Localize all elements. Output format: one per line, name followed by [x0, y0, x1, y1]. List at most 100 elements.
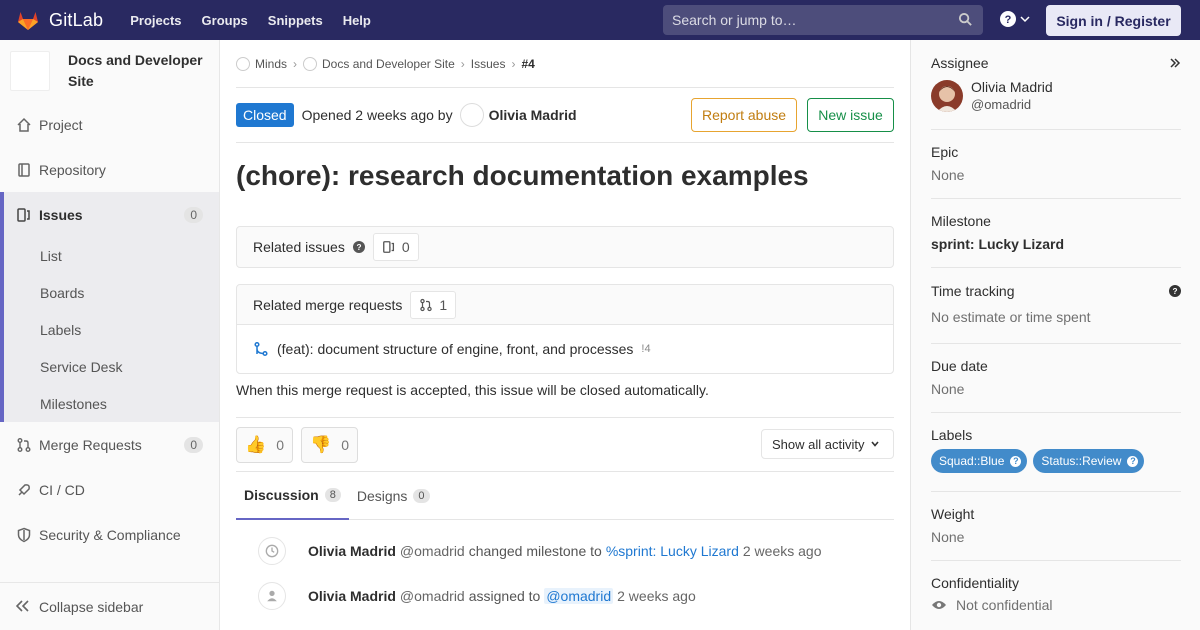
search-box	[663, 5, 983, 35]
sidebar-item-label: Security & Compliance	[39, 526, 181, 543]
project-header[interactable]: Docs and Developer Site	[0, 40, 219, 102]
nav-projects[interactable]: Projects	[130, 13, 181, 28]
sidebar-item-label: Repository	[39, 161, 106, 178]
confidentiality-value: Not confidential	[956, 597, 1053, 613]
breadcrumb-issue-number[interactable]: #4	[521, 57, 534, 71]
issue-main: Minds › Docs and Developer Site › Issues…	[236, 40, 894, 618]
epic-block: Epic None	[931, 130, 1181, 199]
chevron-down-icon	[1020, 16, 1030, 23]
sidebar-subitem-labels[interactable]: Labels	[4, 311, 219, 348]
related-mr-count-value: 1	[439, 296, 448, 313]
user-icon	[258, 581, 286, 610]
epic-value: None	[931, 167, 965, 183]
sidebar-item-merge-requests[interactable]: Merge Requests 0	[0, 422, 219, 467]
author-name[interactable]: Olivia Madrid	[489, 107, 577, 123]
assignee-row[interactable]: Olivia Madrid @omadrid	[931, 79, 1181, 112]
tab-count: 8	[324, 488, 341, 502]
related-mr-item[interactable]: (feat): document structure of engine, fr…	[237, 325, 893, 373]
tab-designs[interactable]: Designs 0	[349, 472, 438, 520]
question-icon: ?	[1000, 11, 1016, 27]
thumbs-down-button[interactable]: 👎 0	[301, 426, 358, 463]
related-mr-header: Related merge requests 1	[237, 285, 893, 325]
top-navbar: GitLab Projects Groups Snippets Help ? S…	[0, 0, 1200, 40]
confidentiality-row: Not confidential	[931, 597, 1181, 613]
breadcrumb-group[interactable]: Minds	[255, 57, 287, 71]
sidebar-subitem-list[interactable]: List	[4, 237, 219, 274]
issue-right-sidebar: Assignee Olivia Madrid @omadrid Epic Non…	[910, 40, 1200, 630]
chevron-right-icon: ›	[293, 56, 298, 71]
note-author[interactable]: Olivia Madrid	[308, 588, 396, 604]
sidebar-item-security[interactable]: Security & Compliance	[0, 512, 219, 557]
home-icon	[16, 117, 32, 133]
label-pill[interactable]: Squad::Blue ?	[931, 449, 1028, 473]
svg-text:?: ?	[356, 243, 361, 252]
gitlab-home-link[interactable]: GitLab	[16, 0, 103, 40]
milestone-link[interactable]: %sprint: Lucky Lizard	[606, 543, 739, 559]
chevron-down-icon	[871, 441, 880, 447]
sign-in-button[interactable]: Sign in / Register	[1046, 5, 1181, 36]
new-issue-button[interactable]: New issue	[807, 98, 894, 132]
user-mention[interactable]: @omadrid	[544, 587, 614, 604]
note-handle[interactable]: @omadrid	[400, 543, 465, 559]
note-author[interactable]: Olivia Madrid	[308, 543, 396, 559]
question-icon: ?	[1010, 455, 1022, 467]
note-handle[interactable]: @omadrid	[400, 588, 465, 604]
report-abuse-button[interactable]: Report abuse	[691, 98, 797, 132]
sidebar-subitem-milestones[interactable]: Milestones	[4, 385, 219, 422]
sidebar-subitem-boards[interactable]: Boards	[4, 274, 219, 311]
activity-filter-dropdown[interactable]: Show all activity	[761, 429, 894, 459]
author-avatar[interactable]	[459, 103, 484, 127]
search-icon[interactable]	[958, 12, 973, 27]
search-input[interactable]	[663, 12, 943, 28]
assignee-handle: @omadrid	[971, 97, 1032, 112]
help-dropdown[interactable]: ?	[1000, 11, 1030, 27]
rocket-icon	[16, 482, 32, 498]
project-title: Docs and Developer Site	[68, 52, 203, 89]
system-note: Olivia Madrid @omadrid changed milestone…	[236, 528, 894, 573]
breadcrumb-project[interactable]: Docs and Developer Site	[322, 57, 455, 71]
issues-icon	[382, 241, 394, 253]
confidentiality-title: Confidentiality	[931, 575, 1019, 591]
sidebar-item-cicd[interactable]: CI / CD	[0, 467, 219, 512]
merge-request-open-icon	[254, 341, 268, 357]
nav-help[interactable]: Help	[343, 13, 371, 28]
sidebar-item-issues[interactable]: Issues 0	[0, 192, 219, 237]
svg-text:?: ?	[1172, 287, 1177, 296]
related-issues-count-value: 0	[401, 239, 410, 255]
issues-count-badge: 0	[184, 206, 203, 223]
time-tracking-value: No estimate or time spent	[931, 309, 1091, 325]
label-pill[interactable]: Status::Review ?	[1033, 449, 1145, 473]
thumbs-down-icon: 👎	[310, 434, 332, 454]
double-chevron-left-icon	[15, 599, 30, 615]
milestone-title: Milestone	[931, 213, 991, 229]
project-avatar	[10, 51, 50, 91]
assignee-name[interactable]: Olivia Madrid	[971, 79, 1053, 95]
nav-snippets[interactable]: Snippets	[268, 13, 323, 28]
collapse-sidebar-button[interactable]: Collapse sidebar	[0, 582, 219, 630]
due-date-block: Due date None	[931, 344, 1181, 413]
milestone-block: Milestone sprint: Lucky Lizard	[931, 199, 1181, 268]
activity-filter-label: Show all activity	[772, 436, 865, 452]
opened-text: Opened 2 weeks ago by	[301, 107, 453, 123]
brand-name: GitLab	[49, 9, 104, 30]
milestone-value[interactable]: sprint: Lucky Lizard	[931, 236, 1181, 252]
question-icon: ?	[1127, 455, 1139, 467]
nav-groups[interactable]: Groups	[202, 13, 248, 28]
chevron-right-icon: ›	[460, 56, 465, 71]
sidebar-item-repository[interactable]: Repository	[0, 147, 219, 192]
question-icon[interactable]: ?	[352, 241, 365, 253]
chevron-right-icon: ›	[511, 56, 516, 71]
sidebar-item-label: Issues	[39, 206, 83, 223]
question-icon[interactable]: ?	[1169, 285, 1181, 297]
related-mr-title[interactable]: (feat): document structure of engine, fr…	[277, 341, 633, 357]
tab-discussion[interactable]: Discussion 8	[236, 472, 349, 520]
collapse-right-sidebar-icon[interactable]	[1169, 57, 1181, 69]
sidebar-subitem-service-desk[interactable]: Service Desk	[4, 348, 219, 385]
breadcrumb-issues[interactable]: Issues	[471, 57, 506, 71]
sidebar-item-project[interactable]: Project	[0, 102, 219, 147]
eye-icon	[932, 601, 946, 609]
sidebar-item-label: CI / CD	[39, 481, 85, 498]
project-sidebar: Docs and Developer Site Project Reposito…	[0, 40, 220, 630]
thumbs-up-button[interactable]: 👍 0	[236, 426, 293, 463]
sidebar-item-label: Merge Requests	[39, 436, 142, 453]
